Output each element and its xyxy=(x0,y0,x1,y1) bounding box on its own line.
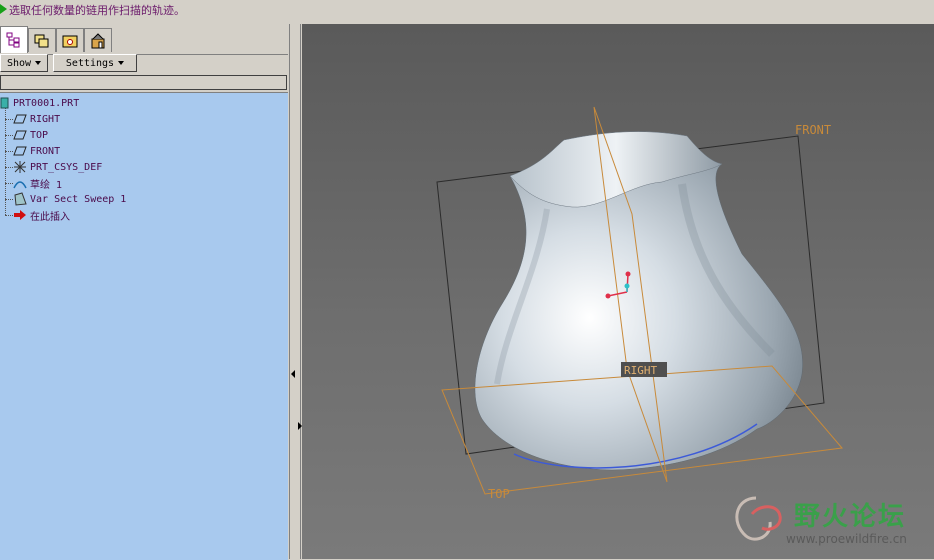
forum-logo-icon xyxy=(735,496,782,541)
tree-connector xyxy=(5,199,13,200)
layers-icon xyxy=(34,33,50,49)
tree-connector xyxy=(5,151,13,152)
datum-plane-icon xyxy=(13,144,27,158)
sweep-icon xyxy=(13,192,27,206)
graphics-window[interactable]: FRONT RIGHT TOP 野火论坛 www.proewildfire.cn xyxy=(302,24,934,559)
tree-connector xyxy=(5,215,13,216)
front-label: FRONT xyxy=(795,123,831,137)
insert-here-arrow-icon xyxy=(13,208,27,222)
tree-item-insert-here[interactable]: 在此插入 xyxy=(13,207,70,223)
tab-layers[interactable] xyxy=(28,28,56,52)
tree-item-label: FRONT xyxy=(30,145,61,157)
right-label-tag: RIGHT xyxy=(621,362,667,377)
forum-watermark: 野火论坛 www.proewildfire.cn xyxy=(726,492,934,552)
tree-item-label: Var Sect Sweep 1 xyxy=(30,193,127,205)
tree-item-label: PRT_CSYS_DEF xyxy=(30,161,103,173)
navigator-panel: Show Settings PRT0001.PRT RIGHT TOP FRON… xyxy=(0,24,290,560)
model-tree-icon xyxy=(6,32,22,48)
part-icon xyxy=(0,96,10,110)
tree-connector xyxy=(5,167,13,168)
settings-label: Settings xyxy=(65,57,115,69)
chevron-down-icon xyxy=(118,61,125,65)
sketch-icon xyxy=(13,176,27,190)
folder-icon xyxy=(62,33,78,49)
coordinate-system-icon xyxy=(13,160,27,174)
panel-splitter[interactable] xyxy=(288,24,302,559)
tree-item-label: RIGHT xyxy=(30,113,61,125)
tree-connector xyxy=(5,183,13,184)
tree-item-label: 在此插入 xyxy=(30,211,70,223)
splitter-line xyxy=(300,24,301,559)
top-label: TOP xyxy=(488,487,510,501)
watermark-url: www.proewildfire.cn xyxy=(786,532,907,546)
show-dropdown[interactable]: Show xyxy=(0,54,48,72)
tree-item-sweep[interactable]: Var Sect Sweep 1 xyxy=(13,191,126,207)
tree-item-label: 草绘 1 xyxy=(30,179,63,191)
splitter-line xyxy=(289,24,290,559)
tab-model-tree[interactable] xyxy=(0,26,28,53)
chevron-down-icon xyxy=(35,61,42,65)
tree-connector xyxy=(5,119,13,120)
tree-item-top[interactable]: TOP xyxy=(13,127,48,143)
tree-item-csys[interactable]: PRT_CSYS_DEF xyxy=(13,159,102,175)
tree-filter-field[interactable] xyxy=(0,75,287,90)
message-text: 选取任何数量的链用作扫描的轨迹。 xyxy=(9,4,185,17)
message-bar: 选取任何数量的链用作扫描的轨迹。 xyxy=(0,0,934,24)
tab-folder-browser[interactable] xyxy=(56,28,84,52)
collapse-left-icon[interactable] xyxy=(291,370,295,378)
navigator-tabs xyxy=(0,26,290,55)
tree-item-sketch[interactable]: 草绘 1 xyxy=(13,175,62,191)
datum-plane-icon xyxy=(13,128,27,142)
message-arrow-icon xyxy=(0,4,7,14)
model-tree: PRT0001.PRT RIGHT TOP FRONT PRT_CSYS_DEF xyxy=(0,92,288,560)
tab-favorites[interactable] xyxy=(84,28,112,52)
watermark-title: 野火论坛 xyxy=(794,502,907,532)
tree-item-front[interactable]: FRONT xyxy=(13,143,60,159)
show-label: Show xyxy=(6,57,32,69)
tree-item-right[interactable]: RIGHT xyxy=(13,111,60,127)
tree-item-label: PRT0001.PRT xyxy=(13,97,80,109)
settings-dropdown[interactable]: Settings xyxy=(53,54,137,72)
right-label: RIGHT xyxy=(624,364,657,377)
favorites-icon xyxy=(90,32,106,49)
tree-toolbar: Show Settings xyxy=(0,54,290,74)
tree-connector xyxy=(5,135,13,136)
datum-plane-icon xyxy=(13,112,27,126)
tree-item-part[interactable]: PRT0001.PRT xyxy=(0,95,79,111)
model-scene: FRONT RIGHT TOP xyxy=(436,106,843,501)
tree-item-label: TOP xyxy=(30,129,49,141)
